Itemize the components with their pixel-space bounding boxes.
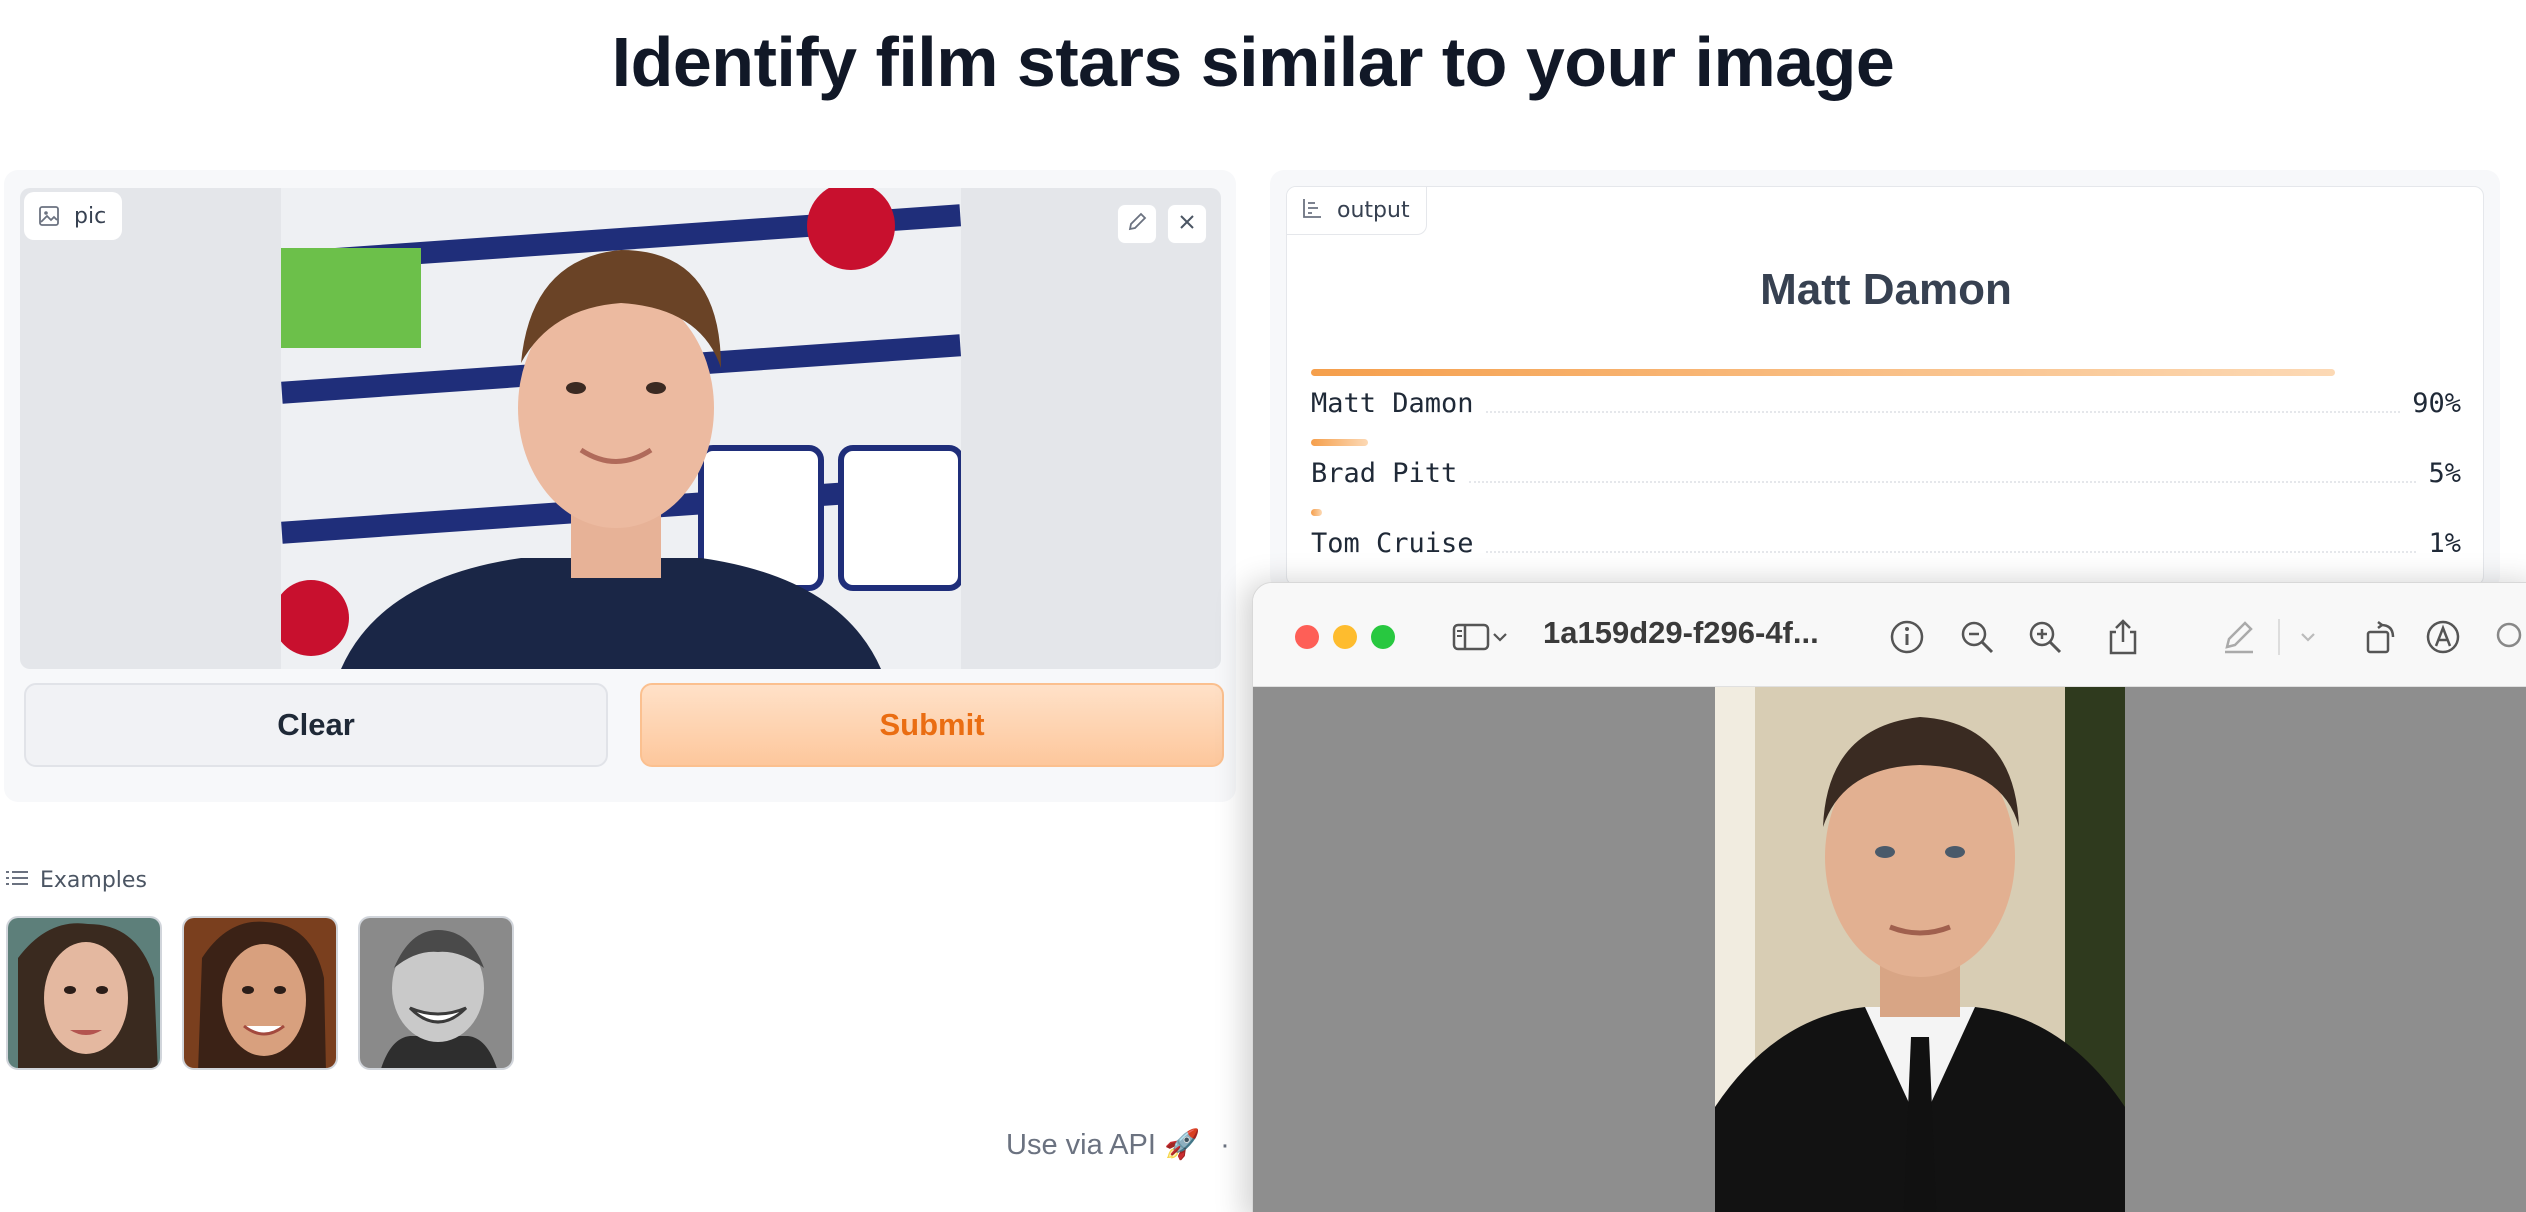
confidence-percent: 1%: [2428, 527, 2461, 559]
info-icon[interactable]: [1883, 613, 1931, 661]
chevron-down-icon[interactable]: [1485, 613, 1515, 661]
examples-label: Examples: [40, 868, 147, 893]
zoom-in-icon[interactable]: [2021, 613, 2069, 661]
input-panel: pic Clear Submit: [4, 170, 1236, 802]
dotted-leader: [1485, 393, 2401, 413]
examples-header: Examples: [6, 868, 147, 893]
use-via-api-link[interactable]: Use via API: [1006, 1129, 1156, 1161]
zoom-window-button[interactable]: [1371, 625, 1395, 649]
rotate-icon[interactable]: [2357, 613, 2405, 661]
dotted-leader: [1469, 463, 2417, 483]
top-prediction: Matt Damon: [1760, 265, 2012, 314]
confidence-name: Matt Damon: [1311, 387, 1474, 419]
toolbar-divider: [2278, 619, 2280, 655]
label-output: output Matt Damon Matt Damon 90% Brad Pi…: [1286, 186, 2484, 586]
page-title: Identify film stars similar to your imag…: [611, 23, 1895, 101]
confidence-row[interactable]: Matt Damon 90%: [1311, 369, 2461, 429]
dotted-leader: [1485, 533, 2417, 553]
annotate-icon[interactable]: [2419, 613, 2467, 661]
output-label-text: output: [1337, 198, 1410, 223]
confidence-name: Tom Cruise: [1311, 527, 1474, 559]
confidence-percent: 5%: [2428, 457, 2461, 489]
remove-image-button[interactable]: [1167, 204, 1207, 244]
preview-titlebar[interactable]: 1a159d29-f296-4f...: [1253, 583, 2526, 687]
example-photo: [184, 918, 336, 1068]
list-icon: [6, 868, 28, 893]
example-photo: [360, 918, 512, 1068]
confidence-name: Brad Pitt: [1311, 457, 1458, 489]
uploaded-photo: [281, 188, 961, 669]
share-icon[interactable]: [2099, 613, 2147, 661]
edit-image-button[interactable]: [1117, 204, 1157, 244]
preview-app-window: 1a159d29-f296-4f...: [1252, 582, 2526, 1212]
rocket-icon: 🚀: [1163, 1129, 1201, 1161]
image-viewer[interactable]: [1253, 687, 2526, 1212]
confidence-bar: [1311, 439, 1368, 446]
confidence-row[interactable]: Brad Pitt 5%: [1311, 439, 2461, 499]
search-icon[interactable]: [2485, 613, 2526, 661]
chevron-down-icon[interactable]: [2293, 613, 2323, 661]
example-thumbnail[interactable]: [6, 916, 162, 1070]
document-title: 1a159d29-f296-4f...: [1543, 615, 1819, 650]
output-panel: output Matt Damon Matt Damon 90% Brad Pi…: [1270, 170, 2500, 590]
close-window-button[interactable]: [1295, 625, 1319, 649]
example-thumbnail[interactable]: [358, 916, 514, 1070]
clear-button[interactable]: Clear: [24, 683, 608, 767]
confidence-row[interactable]: Tom Cruise 1%: [1311, 509, 2461, 569]
image-icon: [38, 205, 60, 227]
image-label-text: pic: [74, 203, 107, 229]
zoom-out-icon[interactable]: [1953, 613, 2001, 661]
confidence-percent: 90%: [2412, 387, 2461, 419]
image-upload-area[interactable]: pic: [20, 188, 1221, 669]
footer-separator: ·: [1220, 1129, 1230, 1161]
confidence-bar: [1311, 509, 1322, 516]
submit-button[interactable]: Submit: [640, 683, 1224, 767]
minimize-window-button[interactable]: [1333, 625, 1357, 649]
confidence-bar: [1311, 369, 2335, 376]
example-photo: [8, 918, 160, 1068]
output-label-badge: output: [1287, 187, 1427, 235]
footer-links: Use via API 🚀 · B: [1006, 1128, 1269, 1162]
close-icon: [1177, 212, 1197, 236]
markup-pen-icon[interactable]: [2215, 613, 2263, 661]
pencil-icon: [1126, 211, 1148, 237]
preview-photo: [1715, 687, 2125, 1212]
example-thumbnail[interactable]: [182, 916, 338, 1070]
image-label-badge: pic: [24, 192, 123, 240]
bar-chart-icon: [1301, 197, 1323, 225]
